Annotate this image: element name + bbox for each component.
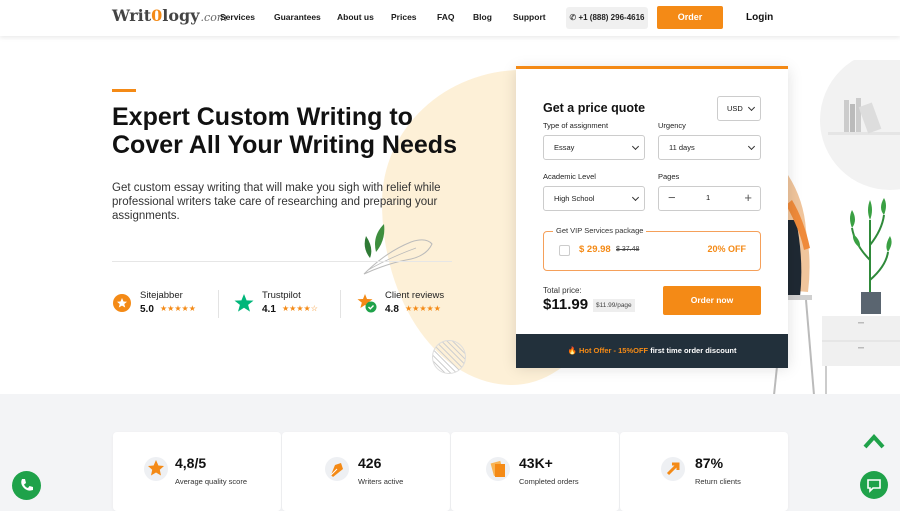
trustpilot-star-icon	[234, 294, 254, 312]
total-price-label: Total price:	[543, 286, 582, 295]
hot-offer-detail: first time order discount	[650, 346, 737, 355]
currency-select[interactable]: USD	[717, 96, 761, 121]
nav-prices[interactable]: Prices	[391, 12, 417, 22]
stat-card-quality: 4,8/5 Average quality score	[113, 432, 281, 511]
price-quote-card: Get a price quote USD Type of assignment…	[516, 66, 788, 368]
rating-stars: ★★★★★	[160, 304, 196, 313]
chat-button[interactable]	[860, 471, 888, 499]
stat-label: Completed orders	[519, 477, 579, 486]
review-separator	[340, 290, 341, 318]
login-link[interactable]: Login	[746, 12, 773, 23]
order-now-button[interactable]: Order now	[663, 286, 761, 315]
pages-value[interactable]: 1	[706, 193, 710, 202]
stat-value: 87%	[695, 455, 724, 471]
leaf-decoration-icon	[363, 224, 433, 275]
urgency-select[interactable]: 11 days	[658, 135, 761, 160]
chevron-down-icon	[631, 142, 640, 151]
hero-divider	[112, 261, 452, 262]
plus-icon[interactable]: +	[744, 188, 752, 208]
nav-faq[interactable]: FAQ	[437, 12, 454, 22]
pages-label: Pages	[658, 172, 680, 181]
review-score: 5.0	[140, 304, 154, 315]
return-arrow-icon	[661, 457, 685, 481]
site-logo[interactable]: Writ0logy.com	[112, 6, 227, 25]
review-separator	[218, 290, 219, 318]
academic-level-value: High School	[554, 194, 595, 203]
scroll-up-icon[interactable]	[862, 432, 886, 450]
nav-services[interactable]: Services	[220, 12, 255, 22]
assignment-type-select[interactable]: Essay	[543, 135, 645, 160]
stat-value: 4,8/5	[175, 455, 207, 471]
stat-label: Return clients	[695, 477, 741, 486]
vip-price: $ 29.98	[579, 244, 611, 255]
chevron-down-icon	[631, 193, 640, 202]
stat-label: Average quality score	[175, 477, 247, 486]
vip-discount-badge: 20% OFF	[707, 244, 746, 254]
pages-stepper: − 1 +	[658, 186, 761, 211]
hot-offer-text: Hot Offer - 15%OFF	[578, 346, 649, 355]
hatch-circle-decoration	[432, 340, 466, 374]
minus-icon[interactable]: −	[668, 189, 676, 207]
stat-value: 426	[358, 455, 382, 471]
phone-button[interactable]: ✆ +1 (888) 296-4616	[566, 7, 648, 29]
stat-value: 43K+	[519, 455, 553, 471]
hero-subtitle: Get custom essay writing that will make …	[112, 182, 441, 222]
client-review-badge-icon	[357, 294, 377, 313]
pen-nib-icon	[325, 457, 349, 481]
chat-bubble-icon	[867, 479, 881, 493]
total-price-value: $11.99	[543, 296, 589, 313]
chevron-down-icon	[747, 103, 756, 112]
vip-checkbox[interactable]	[559, 245, 570, 256]
review-name: Sitejabber	[140, 290, 183, 301]
fire-icon: 🔥	[567, 346, 577, 355]
currency-value: USD	[727, 104, 743, 113]
nav-blog[interactable]: Blog	[473, 12, 492, 22]
academic-level-select[interactable]: High School	[543, 186, 645, 211]
vip-old-price: $ 37.48	[616, 246, 640, 253]
review-score: 4.1	[262, 304, 276, 315]
hot-offer-banner: 🔥 Hot Offer - 15%OFF first time order di…	[516, 334, 788, 368]
review-name: Trustpilot	[262, 290, 301, 301]
hero-accent-bar	[112, 89, 136, 92]
quality-badge-icon	[144, 457, 168, 481]
sitejabber-icon	[113, 294, 131, 312]
stat-label: Writers active	[358, 477, 404, 486]
quote-title: Get a price quote	[543, 101, 646, 115]
stat-card-orders: 43K+ Completed orders	[451, 432, 619, 511]
hero-title: Expert Custom Writing to Cover All Your …	[112, 103, 457, 159]
documents-icon	[486, 457, 510, 481]
phone-number: +1 (888) 296-4616	[578, 13, 645, 22]
site-header: Writ0logy.com Services Guarantees About …	[0, 0, 900, 36]
assignment-type-label: Type of assignment	[543, 121, 609, 130]
call-button[interactable]	[12, 471, 41, 500]
assignment-type-value: Essay	[554, 143, 575, 152]
per-page-price: $11.99/page	[593, 299, 635, 312]
nav-about-us[interactable]: About us	[337, 12, 374, 22]
urgency-value: 11 days	[669, 143, 695, 152]
rating-stars: ★★★★★	[405, 304, 441, 313]
nav-guarantees[interactable]: Guarantees	[274, 12, 321, 22]
vip-package-label: Get VIP Services package	[553, 226, 647, 235]
header-order-button[interactable]: Order	[657, 6, 723, 29]
chevron-down-icon	[747, 142, 756, 151]
stat-card-returns: 87% Return clients	[620, 432, 788, 511]
stat-card-writers: 426 Writers active	[282, 432, 450, 511]
rating-stars: ★★★★☆	[282, 304, 318, 313]
urgency-label: Urgency	[658, 121, 686, 130]
review-score: 4.8	[385, 304, 399, 315]
review-name: Client reviews	[385, 290, 445, 301]
nav-support[interactable]: Support	[513, 12, 546, 22]
phone-icon	[21, 479, 33, 491]
vip-package-box: Get VIP Services package $ 29.98 $ 37.48…	[543, 226, 761, 271]
academic-level-label: Academic Level	[543, 172, 596, 181]
